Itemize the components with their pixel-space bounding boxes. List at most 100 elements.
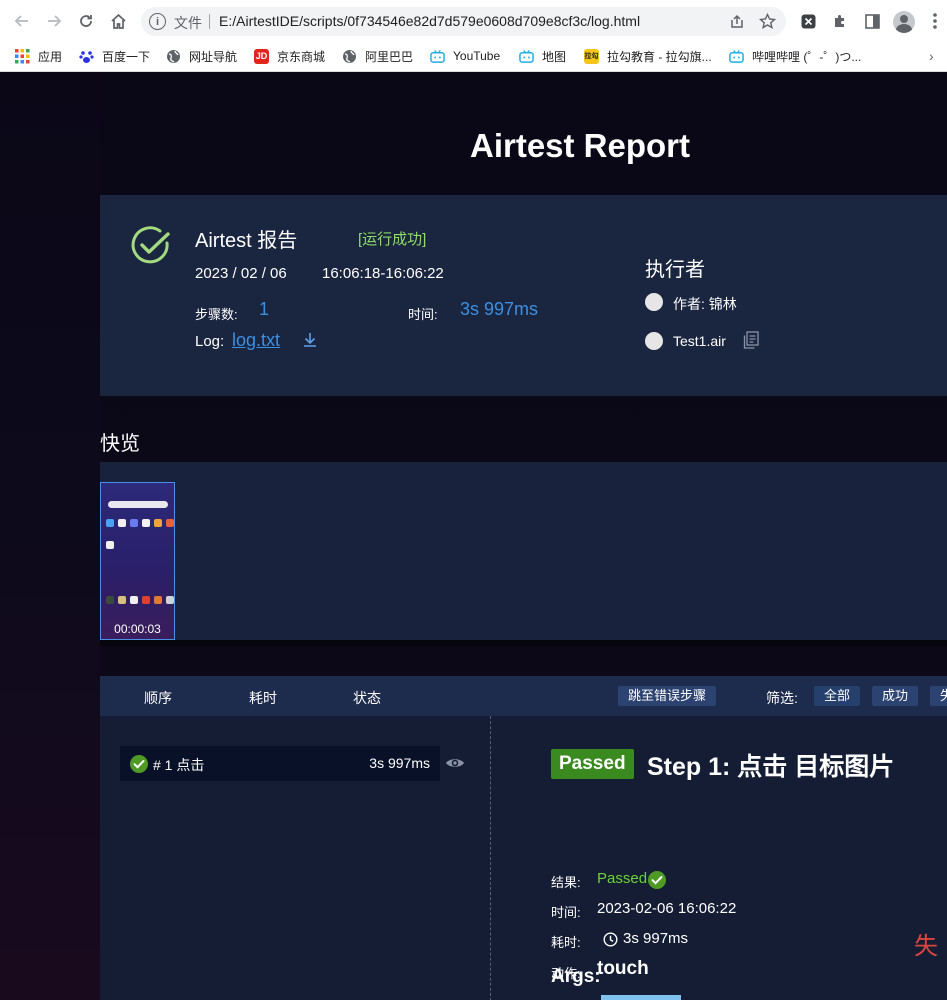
duration-label: 时间: — [408, 307, 438, 322]
forward-button[interactable] — [43, 10, 65, 32]
bookmark-star-icon[interactable] — [758, 12, 777, 31]
script-name: Test1.air — [673, 333, 726, 349]
cost-value: 3s 997ms — [623, 930, 689, 947]
run-date: 2023 / 02 / 06 — [195, 265, 287, 282]
address-bar[interactable]: i 文件 E:/AirtestIDE/scripts/0f734546e82d7… — [141, 7, 786, 36]
log-file-link[interactable]: log.txt — [232, 330, 280, 351]
extensions-puzzle-icon[interactable] — [830, 11, 850, 31]
step-success-icon — [130, 755, 148, 773]
bookmark-apps[interactable]: 应用 — [15, 46, 62, 66]
jump-to-error-button[interactable]: 跳至错误步骤 — [618, 686, 717, 706]
steps-divider — [490, 716, 491, 1000]
report-name: Airtest 报告 — [195, 230, 298, 252]
reload-button[interactable] — [75, 10, 97, 32]
sort-order-header[interactable]: 顺序 — [144, 688, 172, 708]
overview-title: 快览 — [100, 433, 140, 455]
time-label: 时间: — [551, 905, 581, 920]
bookmark-nav[interactable]: 网址导航 — [166, 46, 237, 66]
filter-fail-button[interactable]: 失 — [930, 686, 947, 706]
thumb-dock-row — [106, 596, 174, 604]
bookmark-label: 网址导航 — [189, 49, 238, 64]
bookmark-youtube[interactable]: YouTube — [430, 46, 500, 66]
bookmarks-overflow-icon[interactable]: › — [929, 46, 934, 66]
steps-count-value: 1 — [259, 299, 270, 319]
bookmark-label: 哔哩哔哩 (゜-゜)つ... — [752, 49, 862, 64]
step-name: # 1 点击 — [153, 757, 205, 773]
sort-duration-header[interactable]: 耗时 — [249, 688, 277, 708]
log-label: Log: — [195, 333, 225, 350]
bookmark-label: 拉勾教育 - 拉勾旗... — [607, 49, 712, 64]
more-menu-icon[interactable] — [925, 11, 945, 31]
report-title: Airtest Report — [469, 127, 691, 164]
steps-count-label: 步骤数: — [195, 307, 238, 322]
sort-status-header[interactable]: 状态 — [353, 688, 381, 708]
steps-toolbar: 顺序 耗时 状态 跳至错误步骤 筛选: 全部 成功 失 — [100, 676, 947, 716]
download-icon[interactable] — [302, 331, 318, 349]
summary-panel: Airtest 报告 [运行成功] 2023 / 02 / 06 16:06:1… — [100, 195, 947, 396]
omnibox-separator — [209, 14, 210, 29]
thumbnail-timestamp: 00:00:03 — [114, 622, 161, 636]
step-duration: 3s 997ms — [369, 755, 430, 771]
fail-marker: 失 — [914, 933, 938, 960]
side-panel-icon[interactable] — [862, 11, 882, 31]
duration-value: 3s 997ms — [460, 299, 539, 319]
home-button[interactable] — [107, 10, 129, 32]
bookmark-label: 地图 — [542, 49, 567, 64]
file-scheme-label: 文件 — [174, 15, 202, 31]
bookmark-label: 应用 — [38, 49, 63, 64]
clock-icon — [603, 932, 618, 947]
time-value: 2023-02-06 16:06:22 — [597, 900, 737, 917]
reload-icon — [80, 15, 92, 27]
lagou-logo-icon: 拉勾 — [584, 48, 599, 64]
bookmarks-bar: 应用 百度一下 网址导航 JD 京东商城 阿里巴巴 YouTube 地图 拉勾 … — [0, 42, 947, 70]
bookmark-alibaba[interactable]: 阿里巴巴 — [342, 46, 413, 66]
screenshot-gallery: 00:00:03 — [100, 462, 947, 646]
bookmark-bilibili[interactable]: 哔哩哔哩 (゜-゜)つ... — [729, 46, 861, 66]
result-check-icon — [648, 871, 666, 889]
thumb-app-row — [106, 519, 174, 527]
result-value: Passed — [597, 870, 648, 887]
globe-icon — [342, 49, 357, 64]
info-icon[interactable]: i — [149, 13, 166, 30]
bookmark-label: 百度一下 — [102, 49, 151, 64]
bookmark-baidu[interactable]: 百度一下 — [79, 46, 150, 66]
filter-success-button[interactable]: 成功 — [872, 686, 919, 706]
baidu-paw-icon — [79, 49, 94, 64]
bookmark-label: YouTube — [453, 49, 501, 63]
filter-label: 筛选: — [766, 690, 798, 706]
bookmark-label: 京东商城 — [277, 49, 326, 64]
extension-x-icon[interactable] — [798, 11, 818, 31]
filter-all-button[interactable]: 全部 — [814, 686, 861, 706]
copy-icon[interactable] — [743, 331, 759, 349]
result-label: 结果: — [551, 875, 581, 890]
step-list-item[interactable]: # 1 点击 3s 997ms — [120, 746, 440, 781]
bookmark-map[interactable]: 地图 — [519, 46, 566, 66]
back-button[interactable] — [11, 10, 33, 32]
bookmark-jd[interactable]: JD 京东商城 — [254, 46, 325, 66]
executor-title: 执行者 — [645, 259, 705, 281]
bilibili-tv-icon — [729, 49, 744, 64]
browser-chrome: i 文件 E:/AirtestIDE/scripts/0f734546e82d7… — [0, 0, 947, 72]
bookmark-label: 阿里巴巴 — [365, 49, 414, 64]
bilibili-tv-icon — [430, 49, 445, 64]
profile-avatar-icon[interactable] — [893, 11, 915, 33]
browser-toolbar: i 文件 E:/AirtestIDE/scripts/0f734546e82d7… — [0, 0, 947, 42]
home-icon — [110, 13, 126, 29]
url-text[interactable]: E:/AirtestIDE/scripts/0f734546e82d7d579e… — [219, 13, 640, 29]
bilibili-tv-icon — [519, 49, 534, 64]
bookmark-lagou[interactable]: 拉勾 拉勾教育 - 拉勾旗... — [584, 46, 712, 66]
target-image-preview[interactable] — [601, 995, 681, 1000]
globe-icon — [166, 49, 181, 64]
screenshot-thumbnail[interactable]: 00:00:03 — [100, 482, 175, 640]
run-time-range: 16:06:18-16:06:22 — [322, 265, 444, 282]
args-title: Args: — [551, 966, 601, 987]
steps-body: # 1 点击 3s 997ms Passed Step 1: 点击 目标图片 结… — [100, 716, 947, 1000]
report-page: Airtest Report Airtest 报告 [运行成功] 2023 / … — [0, 72, 947, 1000]
run-status: [运行成功] — [358, 231, 427, 248]
eye-icon[interactable] — [445, 756, 465, 770]
share-icon[interactable] — [727, 12, 746, 31]
success-check-icon — [131, 226, 170, 264]
apps-grid-icon — [15, 48, 30, 64]
arrow-right-icon — [48, 15, 62, 27]
action-value: touch — [597, 958, 649, 979]
